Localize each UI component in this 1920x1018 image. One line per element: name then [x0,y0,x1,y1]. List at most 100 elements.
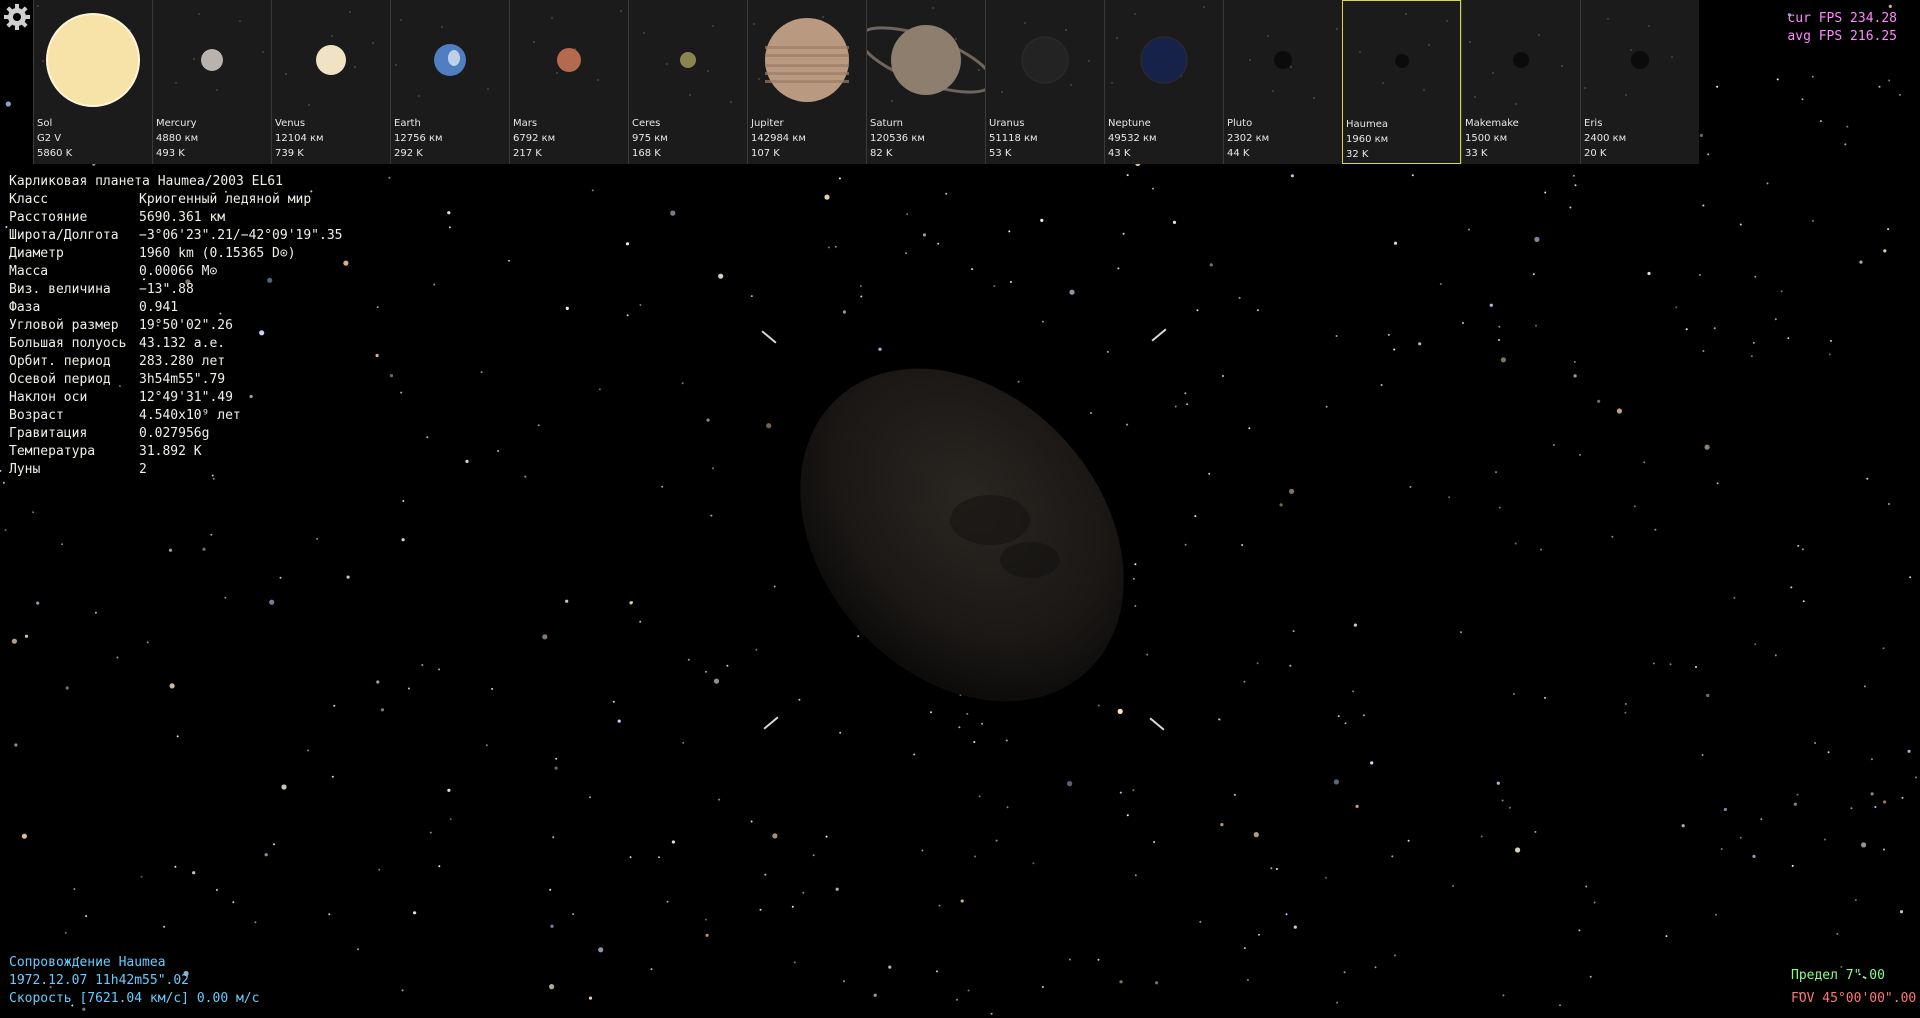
body-caption: Mercury 4880 км 493 K [156,116,198,161]
body-line2: 1500 км [1465,133,1508,144]
body-line3: 20 K [1584,148,1607,159]
body-caption: Pluto 2302 км 44 K [1227,116,1269,161]
body-name: Uranus [989,118,1025,129]
info-label: Возраст [9,408,64,423]
body-card-sol[interactable]: Sol G2 V 5860 K [33,0,152,164]
body-card-eris[interactable]: Eris 2400 км 20 K [1580,0,1699,164]
body-line2: 2400 км [1584,133,1627,144]
info-value: 0.00066 M⊙ [139,264,218,279]
info-value: −3°06'23".21/−42°09'19".35 [139,228,343,243]
info-row: Класс Криогенный ледяной мир [9,191,343,209]
sol-thumbnail [37,5,140,107]
body-card-saturn[interactable]: Saturn 120536 км 82 K [866,0,985,164]
info-value: 3h54m55".79 [139,372,226,387]
body-card-mars[interactable]: Mars 6792 км 217 K [509,0,628,164]
body-line2: 142984 км [751,133,806,144]
body-card-jupiter[interactable]: Jupiter 142984 км 107 K [747,0,866,164]
makemake-thumbnail [1469,34,1563,105]
info-value: 0.941 [139,300,179,315]
body-line2: 2302 км [1227,133,1270,144]
body-card-mercury[interactable]: Mercury 4880 км 493 K [152,0,271,164]
body-line2: 120536 км [870,133,925,144]
body-line3: 33 K [1465,148,1488,159]
body-name: Earth [394,118,421,129]
space-viewport[interactable]: Sol G2 V 5860 K Mercury 4880 км 493 K Venus 121… [0,0,1920,1018]
info-label: Фаза [9,300,41,315]
body-line3: 43 K [1108,148,1131,159]
uranus-thumbnail [1001,22,1090,93]
body-line2: 4880 км [156,133,199,144]
body-card-makemake[interactable]: Makemake 1500 км 33 K [1461,0,1580,164]
body-name: Neptune [1108,118,1151,129]
body-card-haumea[interactable]: Haumea 1960 км 32 K [1342,0,1461,164]
body-card-uranus[interactable]: Uranus 51118 км 53 K [985,0,1104,164]
info-label: Температура [9,444,96,459]
info-value: 283.280 лет [139,354,226,369]
body-line3: 5860 K [37,148,73,159]
body-name: Venus [275,118,306,129]
venus-thumbnail [285,11,374,106]
jupiter-thumbnail [753,16,849,102]
body-line3: 739 K [275,148,304,159]
body-caption: Jupiter 142984 км 107 K [751,116,806,161]
date-time: 1972.12.07 11h42m55".02 [9,973,190,988]
info-row: Наклон оси 12°49'31".49 [9,389,343,407]
info-value: 0.027956g [139,426,210,441]
avg-fps: avg FPS 216.25 [1787,29,1897,44]
body-name: Mars [513,118,538,129]
info-label: Диаметр [9,246,64,261]
body-name: Jupiter [751,118,784,129]
info-row: Орбит. период 283.280 лет [9,353,343,371]
neptune-thumbnail [1111,6,1205,84]
info-value: 31.892 K [139,444,202,459]
info-label: Луны [9,462,41,477]
info-value: 5690.361 км [139,210,226,225]
body-card-ceres[interactable]: Ceres 975 км 168 K [628,0,747,164]
mercury-thumbnail [175,13,264,91]
body-name: Ceres [632,118,661,129]
body-caption: Ceres 975 км 168 K [632,116,668,161]
info-value: Криогенный ледяной мир [139,192,312,207]
body-name: Pluto [1227,118,1253,129]
saturn-thumbnail [867,7,985,102]
body-card-neptune[interactable]: Neptune 49532 км 43 K [1104,0,1223,164]
tracking-status: Сопровождение Haumea [9,955,166,970]
ceres-thumbnail [643,25,732,103]
body-thumbnail-strip: Sol G2 V 5860 K Mercury 4880 км 493 K Venus 121… [33,0,1699,164]
info-row: Температура 31.892 K [9,443,343,461]
body-line3: 107 K [751,148,780,159]
info-label: Виз. величина [9,282,111,297]
body-caption: Haumea 1960 км 32 K [1346,117,1388,162]
body-line3: 292 K [394,148,423,159]
body-caption: Sol G2 V 5860 K [37,116,72,161]
info-value: 19°50'02".26 [139,318,233,333]
magnitude-limit: Предел 7".00 [1791,968,1885,983]
body-card-venus[interactable]: Venus 12104 км 739 K [271,0,390,164]
body-line2: 975 км [632,133,668,144]
info-value: 43.132 а.е. [139,336,226,351]
settings-gear-icon[interactable] [2,2,32,32]
body-name: Mercury [156,118,197,129]
body-caption: Mars 6792 км 217 K [513,116,555,161]
body-line2: 12756 км [394,133,443,144]
mars-thumbnail [533,10,622,81]
info-value: 2 [139,462,147,477]
info-row: Осевой период 3h54m55".79 [9,371,343,389]
fps-readout: cur FPS 234.28 avg FPS 216.25 [1787,10,1897,46]
info-label: Класс [9,192,49,207]
body-line3: 217 K [513,148,542,159]
object-title: Карликовая планета Haumea/2003 EL61 [9,174,283,189]
info-label: Гравитация [9,426,88,441]
body-line3: 82 K [870,148,893,159]
info-row: Расстояние 5690.361 км [9,209,343,227]
info-value: −13".88 [139,282,194,297]
body-card-earth[interactable]: Earth 12756 км 292 K [390,0,509,164]
body-card-pluto[interactable]: Pluto 2302 км 44 K [1223,0,1342,164]
pluto-thumbnail [1249,28,1338,99]
info-row: Гравитация 0.027956g [9,425,343,443]
body-caption: Eris 2400 км 20 K [1584,116,1626,161]
body-line3: 53 K [989,148,1012,159]
info-row: Возраст 4.540x10⁹ лет [9,407,343,425]
body-line2: 12104 км [275,133,324,144]
info-row: Фаза 0.941 [9,299,343,317]
